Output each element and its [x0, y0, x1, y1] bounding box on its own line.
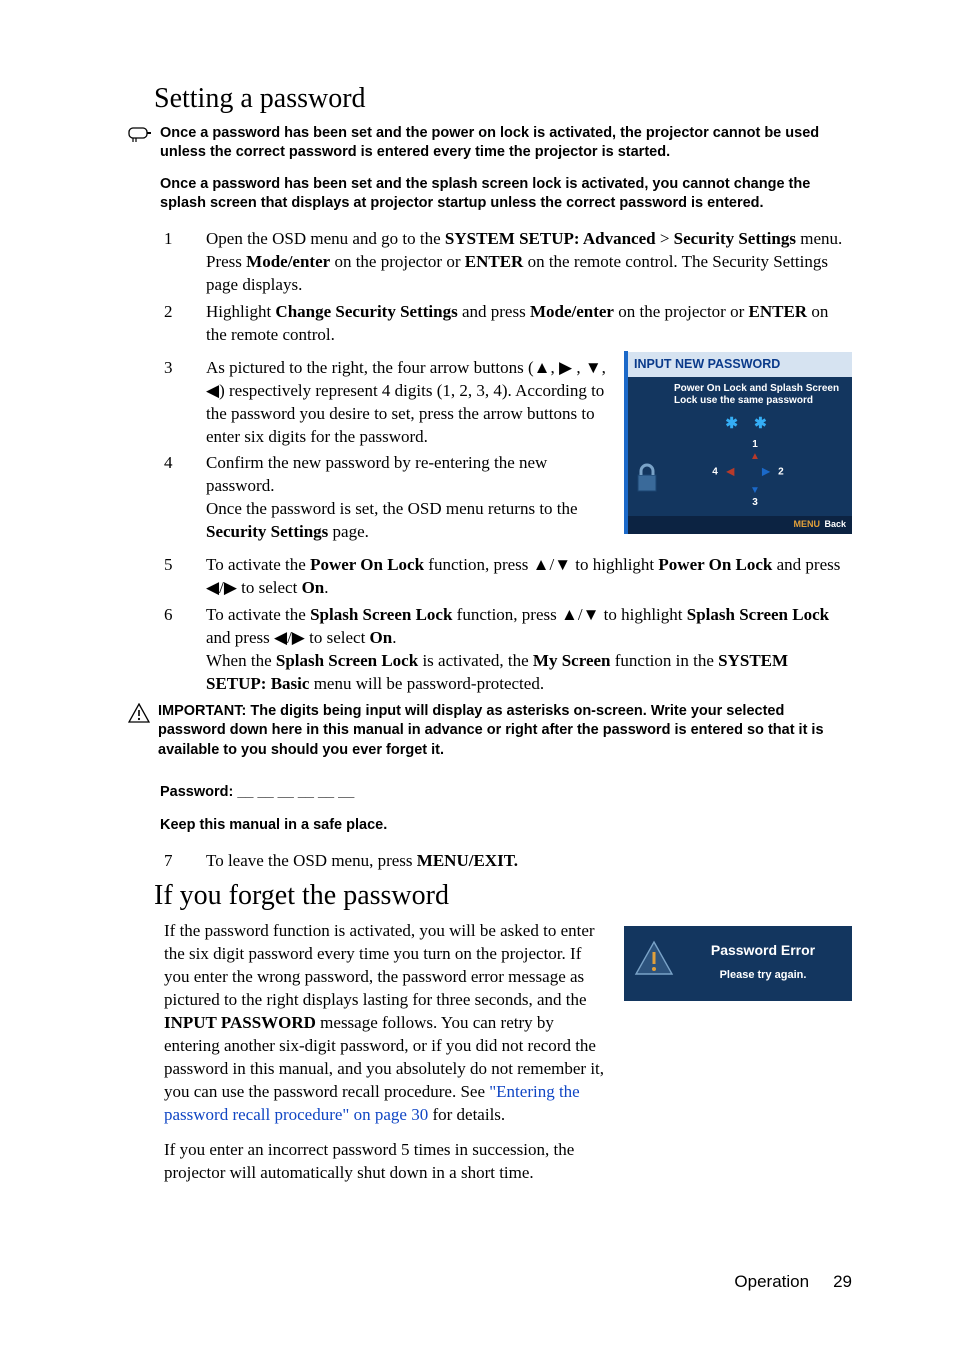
info-note-block: Once a password has been set and the pow…: [128, 124, 852, 214]
step-body: To activate the Power On Lock function, …: [206, 554, 852, 600]
warning-triangle-icon: [128, 702, 150, 773]
step-item: 3 As pictured to the right, the four arr…: [164, 357, 612, 449]
osd-password-dialog: INPUT NEW PASSWORD Power On Lock and Spl…: [624, 351, 852, 534]
up-arrow-icon: ▲: [561, 605, 578, 624]
osd-title: INPUT NEW PASSWORD: [628, 351, 852, 377]
osd-password-error-dialog: Password Error Please try again.: [624, 926, 852, 1001]
step-number: 2: [164, 301, 182, 347]
keep-manual-line: Keep this manual in a safe place.: [160, 816, 852, 836]
important-note-block: IMPORTANT: The digits being input will d…: [128, 702, 852, 773]
step-number: 4: [164, 452, 182, 544]
step-number: 5: [164, 554, 182, 600]
right-arrow-icon: ▶: [292, 628, 305, 647]
step-body: To leave the OSD menu, press MENU/EXIT.: [206, 850, 852, 873]
arrow-cross-diagram: 1 ▲ 4 ◀ ▶ 2 ▼ 3: [666, 438, 844, 512]
step-body: To activate the Splash Screen Lock funct…: [206, 604, 852, 696]
step-number: 1: [164, 228, 182, 297]
step-body: Highlight Change Security Settings and p…: [206, 301, 852, 347]
heading-forget-password: If you forget the password: [154, 877, 852, 915]
down-arrow-icon: ▼: [585, 358, 602, 377]
step-number: 7: [164, 850, 182, 873]
note-paragraph: Once a password has been set and the pow…: [160, 124, 852, 163]
forget-text-block: If the password function is activated, y…: [164, 920, 608, 1196]
osd-footer: MENU Back: [628, 516, 852, 534]
step-item: 6 To activate the Splash Screen Lock fun…: [164, 604, 852, 696]
step-item: 7 To leave the OSD menu, press MENU/EXIT…: [164, 850, 852, 873]
step-item: 1 Open the OSD menu and go to the SYSTEM…: [164, 228, 852, 297]
down-arrow-icon: ▼: [554, 555, 571, 574]
error-subtitle: Please try again.: [684, 968, 842, 983]
up-arrow-icon: ▲: [534, 358, 551, 377]
step-body: As pictured to the right, the four arrow…: [206, 357, 612, 449]
heading-setting-password: Setting a password: [154, 80, 852, 118]
osd-stars: ✱ ✱: [636, 414, 844, 434]
down-arrow-icon: ▼: [583, 605, 600, 624]
left-arrow-icon: ◀: [274, 628, 287, 647]
note-paragraph: Once a password has been set and the spl…: [160, 175, 852, 214]
warning-triangle-icon: [634, 940, 674, 983]
left-arrow-icon: ◀: [206, 381, 219, 400]
up-arrow-icon: ▲: [533, 555, 550, 574]
step-item: 2 Highlight Change Security Settings and…: [164, 301, 852, 347]
right-arrow-icon: ▶: [559, 358, 572, 377]
step-body: Confirm the new password by re-entering …: [206, 452, 612, 544]
hand-point-icon: [128, 124, 152, 214]
step-item: 4 Confirm the new password by re-enterin…: [164, 452, 612, 544]
step-item: 5 To activate the Power On Lock function…: [164, 554, 852, 600]
step-number: 6: [164, 604, 182, 696]
page-footer: Operation29: [734, 1271, 852, 1294]
left-arrow-icon: ◀: [206, 578, 219, 597]
osd-subtitle: Power On Lock and Splash Screen Lock use…: [636, 383, 844, 408]
password-blank-line: Password: __ __ __ __ __ __: [160, 783, 852, 803]
error-title: Password Error: [684, 941, 842, 960]
right-arrow-icon: ▶: [224, 578, 237, 597]
important-text: IMPORTANT: The digits being input will d…: [158, 702, 852, 761]
step-body: Open the OSD menu and go to the SYSTEM S…: [206, 228, 852, 297]
step-number: 3: [164, 357, 182, 449]
lock-icon: [636, 457, 658, 493]
